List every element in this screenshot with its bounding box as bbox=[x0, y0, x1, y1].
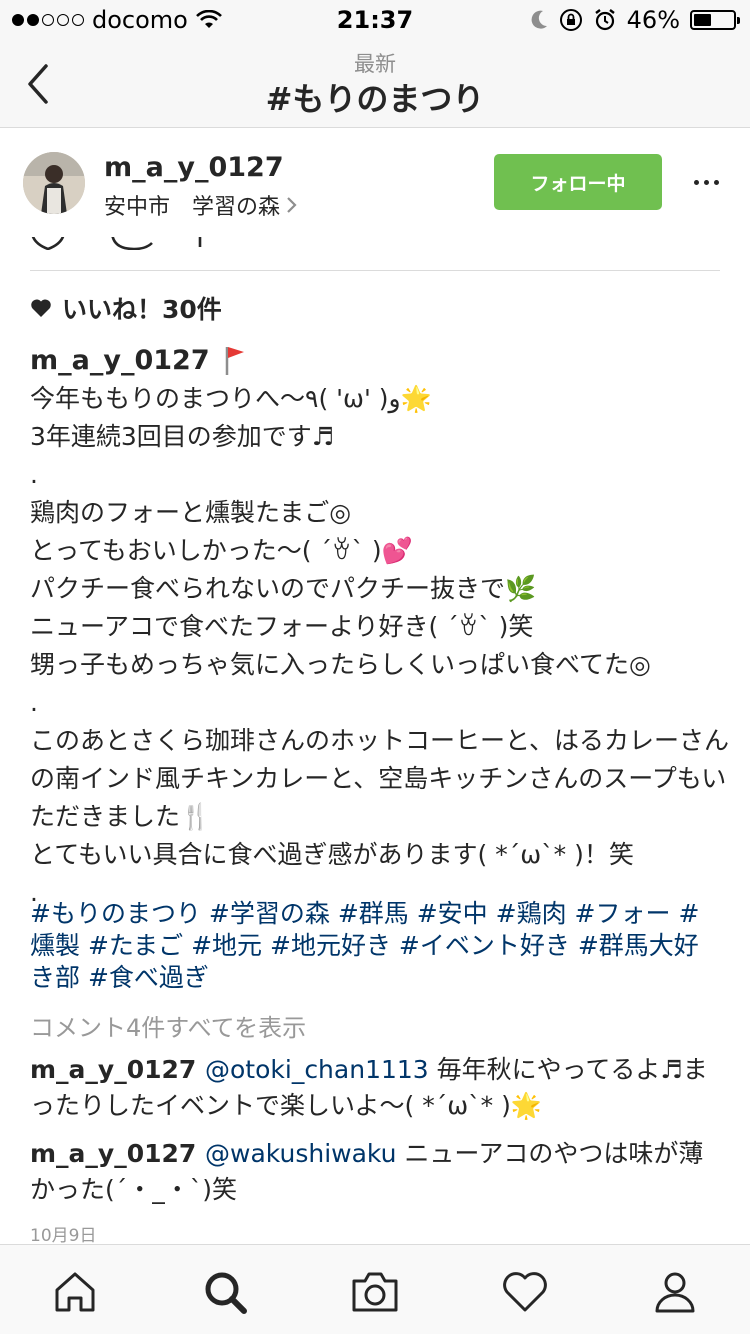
post-location[interactable]: 安中市 学習の森 bbox=[104, 189, 298, 221]
tab-search[interactable] bbox=[200, 1267, 250, 1317]
comment-username[interactable]: m_a_y_0127 bbox=[30, 1139, 205, 1168]
nav-header: 最新 #もりのまつり bbox=[0, 40, 750, 128]
comment-icon[interactable] bbox=[111, 236, 153, 250]
red-flag-icon bbox=[225, 347, 244, 375]
post-username[interactable]: m_a_y_0127 bbox=[104, 152, 284, 183]
rotation-lock-icon bbox=[559, 9, 582, 31]
hashtag-link[interactable]: #食べ過ぎ bbox=[88, 963, 209, 992]
comment-mention[interactable]: @wakushiwaku bbox=[205, 1139, 404, 1168]
following-button[interactable]: フォロー中 bbox=[494, 154, 662, 210]
tab-bar bbox=[0, 1244, 750, 1334]
comment: m_a_y_0127 @otoki_chan1113 毎年秋にやってるよ♬まった… bbox=[30, 1052, 720, 1124]
caption-body: 今年ももりのまつりへ〜٩( 'ω' )و🌟 3年連続3回目の参加です♬ . 鶏肉… bbox=[30, 380, 730, 912]
hashtag-link[interactable]: #学習の森 bbox=[209, 899, 338, 928]
likes-label: いいね！30件 bbox=[62, 295, 222, 324]
hashtag-link[interactable]: #たまご bbox=[88, 931, 191, 960]
alarm-icon bbox=[594, 9, 615, 31]
tab-profile[interactable] bbox=[650, 1267, 700, 1317]
caption-line: 3年連続3回目の参加です♬ bbox=[30, 422, 335, 451]
post-header: m_a_y_0127 安中市 学習の森 フォロー中 bbox=[0, 128, 750, 236]
comment: m_a_y_0127 @wakushiwaku ニューアコのやつは味が薄かった(… bbox=[30, 1136, 720, 1208]
location-label: 安中市 学習の森 bbox=[104, 195, 281, 220]
post-actions bbox=[30, 236, 230, 250]
chevron-right-icon bbox=[287, 197, 297, 213]
tab-home[interactable] bbox=[50, 1267, 100, 1317]
battery-fill bbox=[694, 14, 712, 26]
home-icon bbox=[55, 1272, 95, 1312]
comment-username[interactable]: m_a_y_0127 bbox=[30, 1055, 205, 1084]
caption-line: このあとさくら珈琲さんのホットコーヒーと、はるカレーさんの南インド風チキンカレー… bbox=[30, 726, 730, 831]
hashtag-link[interactable]: #フォー bbox=[575, 899, 679, 928]
like-icon[interactable] bbox=[31, 236, 65, 250]
caption-username-row: m_a_y_0127 bbox=[30, 344, 246, 376]
more-options-button[interactable] bbox=[688, 170, 724, 194]
caption-line: 甥っ子もめっちゃ気に入ったらしくいっぱい食べてた◎ bbox=[30, 650, 651, 679]
status-bar: docomo 21:37 46% bbox=[0, 0, 750, 40]
caption-line: 今年ももりのまつりへ〜٩( 'ω' )و🌟 bbox=[30, 384, 432, 413]
heart-icon bbox=[503, 1272, 547, 1312]
post-date: 10月9日 bbox=[30, 1226, 97, 1246]
caption-line: とってもおいしかった〜( ´ꈊ` )💕 bbox=[30, 536, 413, 565]
caption-line: . bbox=[30, 460, 38, 489]
hashtag-link[interactable]: #安中 bbox=[417, 899, 496, 928]
battery-icon bbox=[690, 10, 740, 30]
caption-line: とてもいい具合に食べ過ぎ感があります( *´ω`* )！笑 bbox=[30, 840, 634, 869]
comment-mention[interactable]: @otoki_chan1113 bbox=[205, 1055, 437, 1084]
hashtag-link[interactable]: #地元好き bbox=[270, 931, 399, 960]
camera-icon bbox=[352, 1272, 398, 1312]
likes-count[interactable]: いいね！30件 bbox=[30, 290, 222, 326]
hashtag-link[interactable]: #群馬 bbox=[338, 899, 417, 928]
battery-percent: 46% bbox=[626, 6, 680, 34]
caption-line: パクチー食べられないのでパクチー抜きで🌿 bbox=[30, 574, 537, 603]
heart-filled-icon bbox=[31, 299, 51, 317]
hashtags: #もりのまつり #学習の森 #群馬 #安中 #鶏肉 #フォー #燻製 #たまご … bbox=[30, 898, 720, 994]
search-icon bbox=[205, 1272, 247, 1314]
caption-line: 鶏肉のフォーと燻製たまご◎ bbox=[30, 498, 352, 527]
page-title: #もりのまつり bbox=[265, 80, 485, 118]
caption-username[interactable]: m_a_y_0127 bbox=[30, 345, 210, 376]
hashtag-link[interactable]: #鶏肉 bbox=[496, 899, 575, 928]
view-all-comments-link[interactable]: コメント4件すべてを表示 bbox=[30, 1008, 306, 1043]
hashtag-link[interactable]: #イベント好き bbox=[399, 931, 578, 960]
profile-icon bbox=[655, 1272, 695, 1313]
divider bbox=[30, 270, 720, 271]
hashtag-link[interactable]: #もりのまつり bbox=[30, 899, 209, 928]
avatar[interactable] bbox=[23, 152, 85, 214]
caption-line: . bbox=[30, 688, 38, 717]
status-right: 46% bbox=[529, 6, 740, 34]
tab-activity[interactable] bbox=[500, 1267, 550, 1317]
caption-line: ニューアコで食べたフォーより好き( ´ꈊ` )笑 bbox=[30, 612, 534, 641]
tab-camera[interactable] bbox=[350, 1267, 400, 1317]
moon-icon bbox=[531, 10, 547, 29]
hashtag-link[interactable]: #地元 bbox=[191, 931, 270, 960]
